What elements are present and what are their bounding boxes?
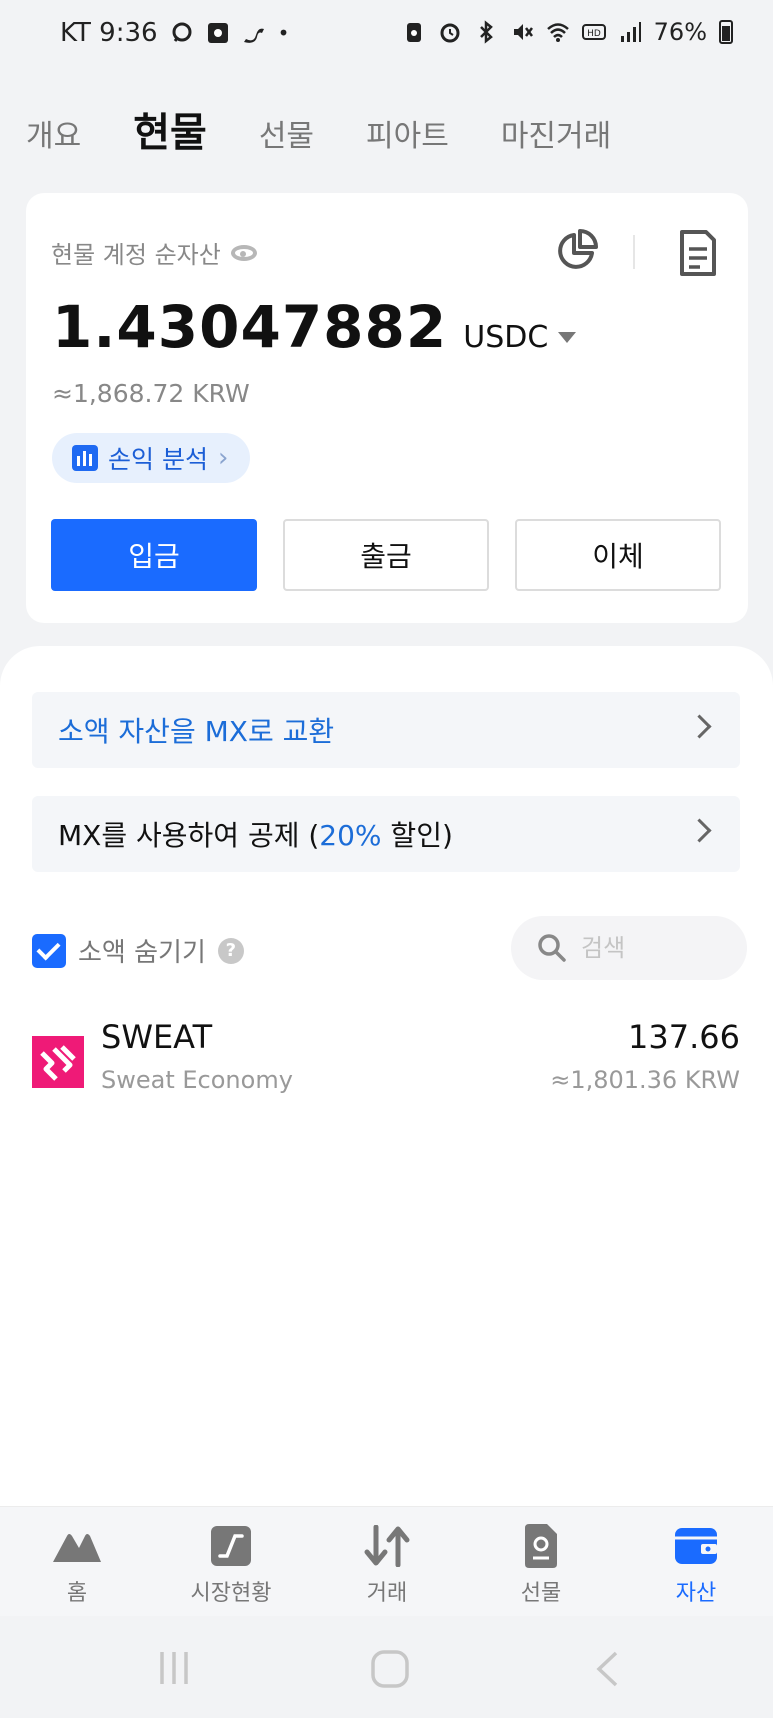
deduct-label: MX를 사용하여 공제 (20% 할인) — [58, 819, 453, 852]
search-input[interactable] — [579, 933, 733, 963]
fiat-value: ≈1,868.72 KRW — [52, 379, 250, 408]
asset-value: ≈1,801.36 KRW — [550, 1066, 740, 1094]
tab-overview[interactable]: 개요 — [26, 111, 81, 155]
chevron-right-icon: › — [217, 443, 229, 473]
deposit-button[interactable]: 입금 — [51, 519, 257, 591]
status-right: HD 76% — [402, 18, 733, 46]
back-icon[interactable] — [592, 1650, 622, 1688]
record-document-icon[interactable] — [678, 229, 718, 277]
convert-small-assets-banner[interactable]: 소액 자산을 MX로 교환 — [32, 692, 740, 768]
status-left: KT 9:36 • — [60, 18, 289, 48]
nav-futures-label: 선물 — [520, 1581, 562, 1606]
search-box[interactable] — [511, 916, 747, 980]
chat-bubble-icon — [172, 22, 192, 42]
dot-icon: • — [277, 21, 290, 45]
caret-down-icon — [558, 332, 577, 343]
convert-label: 소액 자산을 MX로 교환 — [58, 715, 335, 748]
wallet-icon — [675, 1528, 717, 1564]
hide-small-row: 소액 숨기기 ? — [32, 932, 244, 969]
hd-icon: HD — [581, 24, 606, 40]
home-button-icon[interactable] — [370, 1650, 410, 1688]
chevron-right-icon — [687, 714, 712, 739]
balance-row: 1.43047882 USDC — [52, 293, 577, 361]
tab-fiat[interactable]: 피아트 — [366, 111, 449, 155]
trade-arrows-icon — [364, 1525, 410, 1567]
currency-label: USDC — [463, 320, 549, 355]
divider — [633, 235, 635, 269]
status-bar: KT 9:36 • HD 76% — [0, 0, 773, 70]
asset-row[interactable]: SWEAT Sweat Economy 137.66 ≈1,801.36 KRW — [32, 1016, 740, 1108]
home-mountain-icon — [53, 1534, 101, 1562]
discount-percent: 20% — [319, 819, 382, 852]
mute-icon — [513, 24, 533, 40]
carrier-time: KT 9:36 — [60, 18, 158, 48]
s-logo-icon — [243, 28, 264, 43]
recent-apps-icon[interactable] — [156, 1650, 192, 1686]
pnl-label: 손익 분석 — [108, 445, 208, 474]
nav-market-label: 시장현황 — [190, 1581, 272, 1606]
nav-trade-label: 거래 — [366, 1581, 408, 1606]
balance-amount: 1.43047882 — [52, 293, 448, 361]
bottom-nav: 홈 시장현황 거래 선물 자산 — [0, 1506, 773, 1617]
action-buttons: 입금 출금 이체 — [51, 519, 721, 591]
asset-name: Sweat Economy — [101, 1066, 293, 1094]
sweat-logo-icon — [32, 1036, 84, 1088]
tab-margin[interactable]: 마진거래 — [501, 111, 611, 155]
alarm-icon — [440, 23, 460, 43]
chevron-right-icon — [687, 818, 712, 843]
app-square-icon — [207, 23, 228, 43]
svg-text:HD: HD — [587, 29, 601, 39]
account-tabs: 개요 현물 선물 피아트 마진거래 — [26, 100, 663, 158]
futures-doc-icon — [525, 1524, 557, 1568]
asset-symbol: SWEAT — [101, 1018, 213, 1056]
hide-small-label: 소액 숨기기 — [78, 938, 206, 968]
asset-panel: 소액 자산을 MX로 교환 MX를 사용하여 공제 (20% 할인) 소액 숨기… — [0, 646, 773, 1506]
system-nav-bar — [0, 1616, 773, 1718]
asset-quantity: 137.66 — [628, 1018, 740, 1056]
search-icon — [538, 934, 566, 962]
nav-futures[interactable]: 선물 — [481, 1523, 601, 1607]
nav-home-label: 홈 — [66, 1581, 88, 1606]
mx-deduction-banner[interactable]: MX를 사용하여 공제 (20% 할인) — [32, 796, 740, 872]
help-icon[interactable]: ? — [217, 937, 244, 964]
account-label: 현물 계정 순자산 — [51, 241, 221, 269]
pnl-analysis-button[interactable]: 손익 분석 › — [52, 433, 251, 483]
transfer-button[interactable]: 이체 — [515, 519, 721, 591]
battery-percent: 76% — [653, 18, 707, 46]
recycle-battery-icon — [406, 23, 421, 42]
wifi-icon — [546, 23, 569, 42]
battery-icon — [719, 20, 733, 44]
tab-futures[interactable]: 선물 — [259, 111, 314, 155]
currency-selector[interactable]: USDC — [463, 320, 577, 355]
nav-home[interactable]: 홈 — [17, 1523, 137, 1607]
spot-account-card: 현물 계정 순자산 1.43047882 USDC ≈1,868.72 KRW … — [26, 193, 748, 623]
eye-icon[interactable] — [230, 244, 257, 261]
market-chart-icon — [211, 1526, 251, 1566]
pie-chart-icon[interactable] — [554, 229, 598, 273]
nav-market[interactable]: 시장현황 — [171, 1523, 291, 1607]
bluetooth-icon — [479, 20, 493, 44]
bar-chart-icon — [72, 445, 98, 471]
hide-small-checkbox[interactable] — [32, 933, 66, 968]
signal-icon — [620, 22, 641, 42]
nav-trade[interactable]: 거래 — [327, 1523, 447, 1607]
account-label-row: 현물 계정 순자산 — [51, 235, 257, 270]
nav-assets-label: 자산 — [675, 1581, 717, 1606]
tab-spot[interactable]: 현물 — [133, 100, 207, 158]
withdraw-button[interactable]: 출금 — [283, 519, 489, 591]
nav-assets[interactable]: 자산 — [636, 1523, 756, 1607]
